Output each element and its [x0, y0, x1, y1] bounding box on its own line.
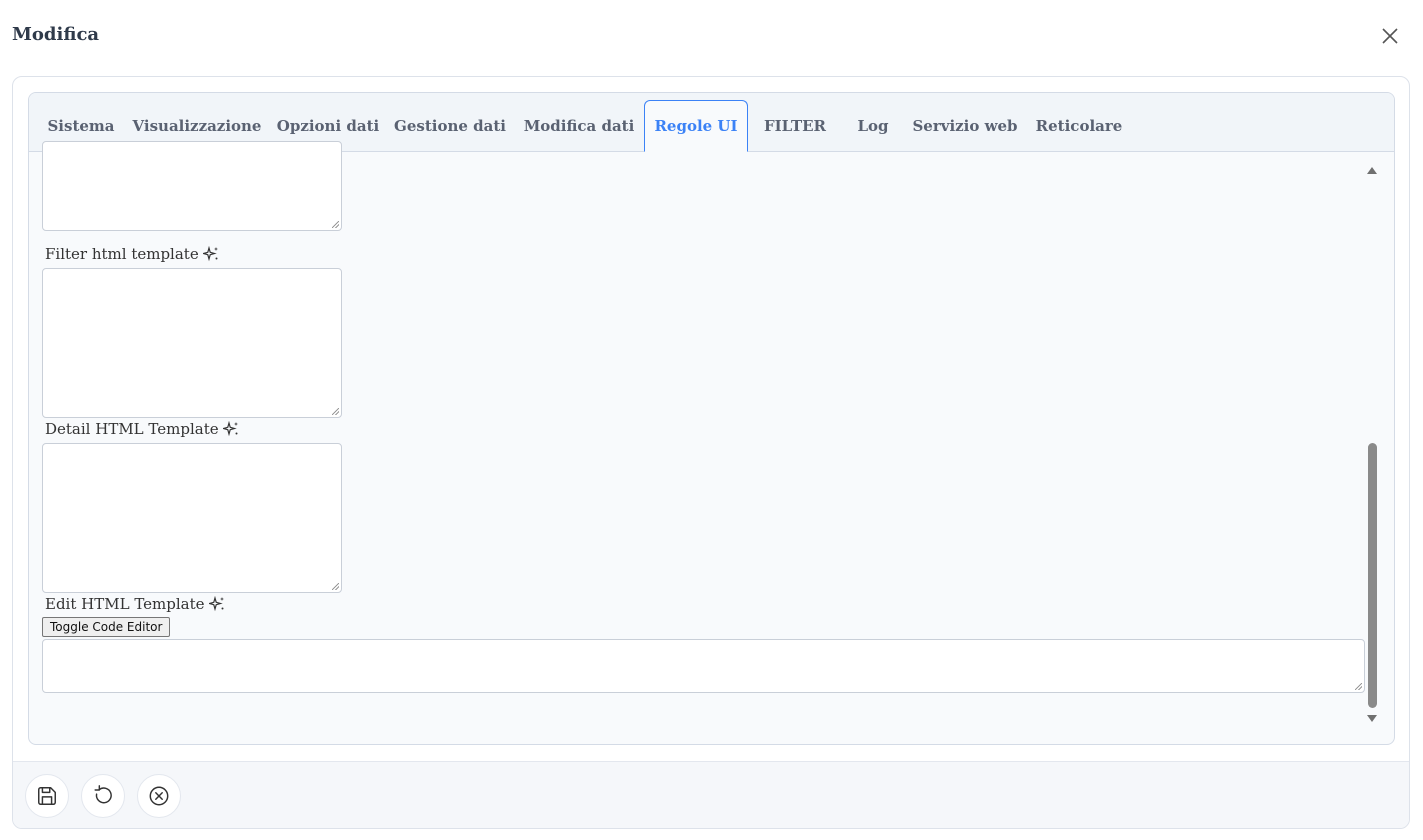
- tab-modifica-dati[interactable]: Modifica dati: [521, 100, 637, 152]
- filter-html-template-label-text: Filter html template: [45, 245, 199, 263]
- tab-gestione-dati[interactable]: Gestione dati: [394, 100, 506, 152]
- edit-html-template-textarea[interactable]: [42, 639, 1365, 693]
- sparkle-icon[interactable]: [222, 421, 239, 437]
- dialog-footer: [13, 761, 1409, 828]
- edit-html-template-label: Edit HTML Template: [45, 595, 225, 613]
- save-icon: [38, 787, 56, 805]
- tab-filter[interactable]: FILTER: [759, 100, 831, 152]
- dialog-body: Sistema Visualizzazione Opzioni dati Ges…: [12, 76, 1410, 829]
- detail-html-template-textarea[interactable]: [42, 443, 342, 593]
- filter-html-template-textarea[interactable]: [42, 268, 342, 418]
- undo-icon: [94, 785, 112, 804]
- sparkle-icon[interactable]: [208, 596, 225, 612]
- scroll-down-arrow[interactable]: [1367, 715, 1377, 722]
- tab-servizio-web[interactable]: Servizio web: [912, 100, 1017, 152]
- detail-html-template-label: Detail HTML Template: [45, 420, 239, 438]
- save-button[interactable]: [25, 774, 69, 818]
- edit-html-template-label-text: Edit HTML Template: [45, 595, 205, 613]
- tab-content: Filter html template Detail HTML Templat…: [29, 141, 1394, 744]
- scroll-up-arrow[interactable]: [1367, 167, 1377, 174]
- tab-log[interactable]: Log: [851, 100, 895, 152]
- close-icon: [1382, 28, 1398, 44]
- scrollbar-thumb[interactable]: [1368, 443, 1377, 708]
- tab-regole-ui[interactable]: Regole UI: [644, 100, 748, 152]
- close-button[interactable]: [1378, 24, 1402, 48]
- undo-button[interactable]: [81, 774, 125, 818]
- filter-html-template-label: Filter html template: [45, 245, 219, 263]
- detail-html-template-label-text: Detail HTML Template: [45, 420, 219, 438]
- previous-template-textarea[interactable]: [42, 141, 342, 231]
- tab-reticolare[interactable]: Reticolare: [1035, 100, 1123, 152]
- cancel-button[interactable]: [137, 774, 181, 818]
- sparkle-icon[interactable]: [202, 246, 219, 262]
- dialog-title: Modifica: [12, 24, 100, 45]
- toggle-code-editor-button[interactable]: Toggle Code Editor: [42, 617, 171, 637]
- cancel-circle-icon: [149, 786, 169, 806]
- tab-panel: Sistema Visualizzazione Opzioni dati Ges…: [28, 92, 1395, 745]
